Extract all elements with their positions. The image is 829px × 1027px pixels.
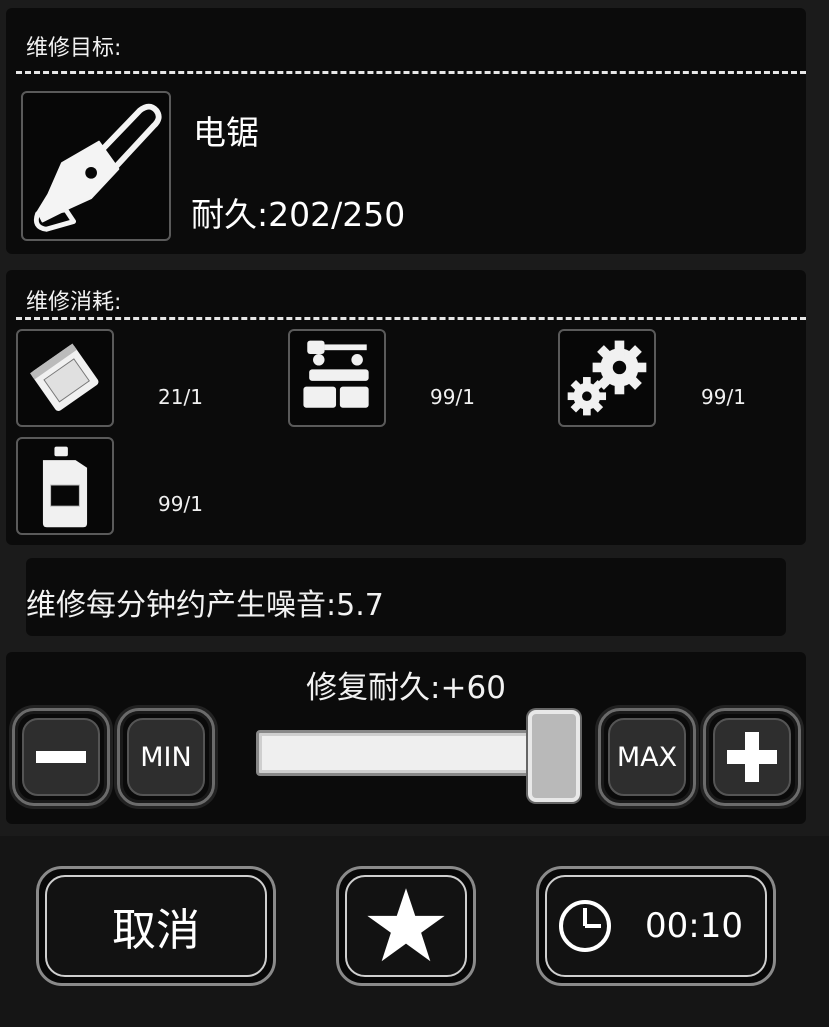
item-name: 电锯 [193,113,259,152]
target-item-slot[interactable] [21,91,171,241]
material-qty: 99/1 [701,385,746,409]
divider [16,71,806,74]
max-label: MAX [608,718,686,796]
slider-thumb[interactable] [528,710,580,802]
minus-icon [36,751,86,763]
material-slot[interactable] [16,437,114,535]
max-button[interactable]: MAX [598,708,696,806]
material-slot[interactable] [16,329,114,427]
min-label: MIN [127,718,205,796]
repair-amount-label: 修复耐久:+60 [306,670,506,706]
material-qty: 21/1 [158,385,203,409]
favorite-button[interactable] [336,866,476,986]
decrease-button[interactable] [12,708,110,806]
material-slot[interactable] [558,329,656,427]
clock-icon [559,900,611,952]
slider-track [256,730,534,776]
min-button[interactable]: MIN [117,708,215,806]
increase-button[interactable] [703,708,801,806]
scrap-parts-icon [303,340,369,408]
noise-section: 维修每分钟约产生噪音:5.7 [26,558,786,636]
timer-button[interactable]: 00:10 [536,866,776,986]
parts-bag-icon [30,343,99,411]
chainsaw-icon [33,103,162,232]
cancel-label: 取消 [112,905,200,956]
target-section: 维修目标: 电锯 耐久:202/250 [6,8,806,254]
material-qty: 99/1 [158,492,203,516]
repair-panel: 维修目标: 电锯 耐久:202/250 维修消耗: 21/1 99/1 99/1… [0,0,829,836]
cancel-button[interactable]: 取消 [36,866,276,986]
material-slot[interactable] [288,329,386,427]
consumption-heading: 维修消耗: [26,290,122,315]
repair-amount-section: 修复耐久:+60 MIN MAX [6,652,806,824]
consumption-section: 维修消耗: 21/1 99/1 99/1 99/1 [6,270,806,545]
durability-text: 耐久:202/250 [191,195,406,234]
divider [16,317,806,320]
noise-text: 维修每分钟约产生噪音:5.7 [26,588,384,623]
star-icon [367,888,445,962]
gears-icon [567,340,647,416]
target-heading: 维修目标: [26,36,122,61]
repair-slider[interactable] [256,710,582,802]
material-qty: 99/1 [430,385,475,409]
jerrycan-icon [42,446,88,528]
plus-icon [727,732,777,782]
timer-text: 00:10 [645,906,743,946]
